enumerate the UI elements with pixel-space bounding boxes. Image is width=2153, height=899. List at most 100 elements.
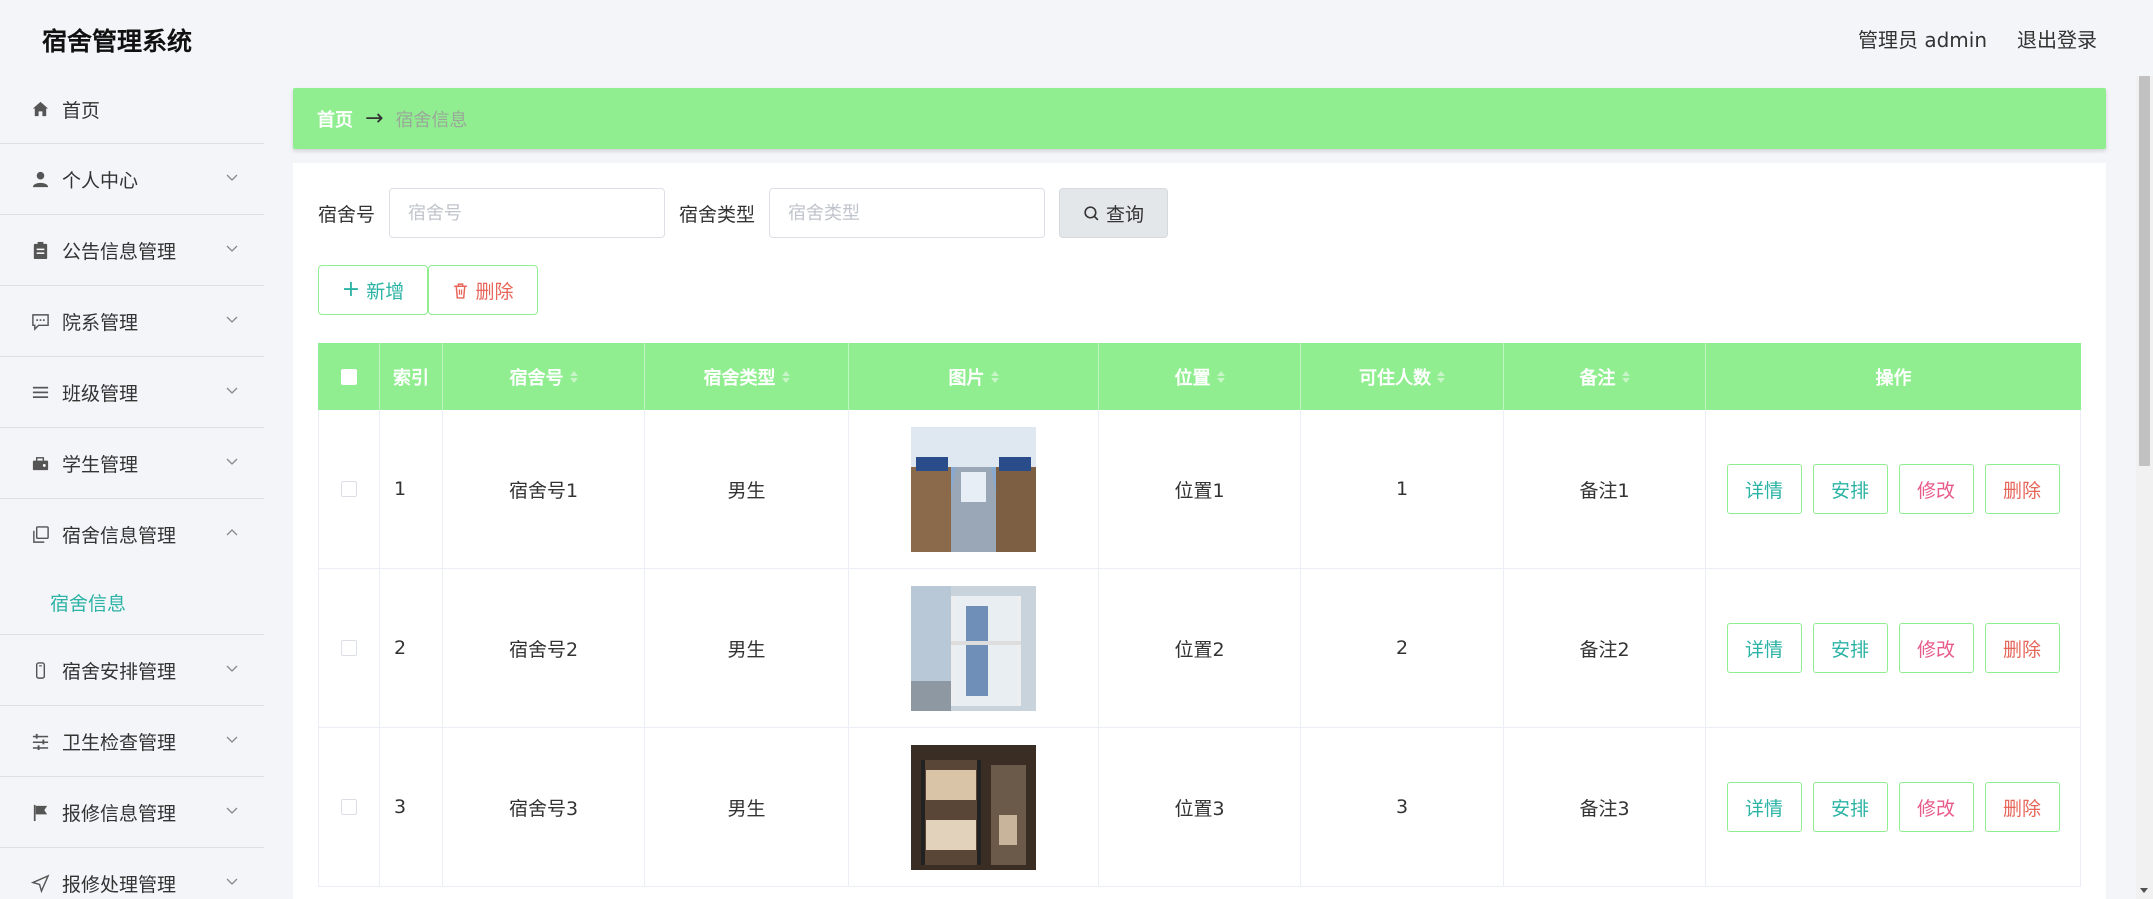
header-capacity[interactable]: 可住人数 <box>1301 343 1504 410</box>
dorm-photo[interactable] <box>911 585 1036 711</box>
header-actions: 操作 <box>1706 343 2081 410</box>
detail-button[interactable]: 详情 <box>1726 464 1802 514</box>
dorm-photo[interactable] <box>911 744 1036 870</box>
sidebar-item-students[interactable]: 学生管理 <box>0 428 264 499</box>
edit-button[interactable]: 修改 <box>1898 782 1974 832</box>
chevron-down-icon <box>226 245 238 252</box>
chevron-down-icon <box>226 174 238 181</box>
cell-remark: 备注2 <box>1504 569 1706 727</box>
home-icon <box>30 100 50 120</box>
header-right: 管理员 admin 退出登录 <box>1858 24 2097 53</box>
delete-button[interactable]: 删除 <box>1984 623 2060 673</box>
edit-button[interactable]: 修改 <box>1898 464 1974 514</box>
sidebar-item-repair-info[interactable]: 报修信息管理 <box>0 777 264 848</box>
cell-actions: 详情 安排 修改 删除 <box>1706 410 2081 568</box>
sidebar-item-label: 院系管理 <box>62 311 139 334</box>
cell-remark: 备注1 <box>1504 410 1706 568</box>
batch-delete-label: 删除 <box>475 280 514 303</box>
chevron-down-icon <box>226 736 238 743</box>
cell-room: 宿舍号2 <box>443 569 645 727</box>
sidebar-subitem-dorm-info[interactable]: 宿舍信息 <box>0 570 264 635</box>
chevron-down-icon <box>226 878 238 885</box>
cell-location: 位置3 <box>1099 728 1301 886</box>
header-location[interactable]: 位置 <box>1099 343 1301 410</box>
dorm-photo[interactable] <box>911 426 1036 552</box>
row-checkbox[interactable] <box>341 481 357 497</box>
search-bar: 宿舍号 宿舍类型 查询 <box>318 188 1169 238</box>
cell-room: 宿舍号3 <box>443 728 645 886</box>
logout-link[interactable]: 退出登录 <box>2017 24 2097 53</box>
room-label: 宿舍号 <box>318 203 376 226</box>
table-row: 3 宿舍号3 男生 位置3 3 备注3 详情 安排 修改 删除 <box>318 728 2081 887</box>
select-all-checkbox[interactable] <box>340 368 357 385</box>
cell-photo <box>849 410 1099 568</box>
detail-button[interactable]: 详情 <box>1726 623 1802 673</box>
sidebar-item-label: 报修处理管理 <box>62 873 177 896</box>
sort-icon[interactable] <box>569 370 578 383</box>
sidebar-item-label: 卫生检查管理 <box>62 731 177 754</box>
query-button-label: 查询 <box>1106 203 1145 226</box>
header-room[interactable]: 宿舍号 <box>443 343 645 410</box>
sidebar-item-profile[interactable]: 个人中心 <box>0 144 264 215</box>
dorm-table: 索引 宿舍号 宿舍类型 图片 位置 可住人数 备注 操作 1 宿舍号1 男生 位… <box>318 343 2081 887</box>
current-user: 管理员 admin <box>1857 28 1987 52</box>
cell-type: 男生 <box>645 410 849 568</box>
sidebar-item-label: 宿舍安排管理 <box>62 660 177 683</box>
header-photo[interactable]: 图片 <box>849 343 1099 410</box>
sidebar-item-notices[interactable]: 公告信息管理 <box>0 215 264 286</box>
sidebar-item-label: 首页 <box>62 100 101 122</box>
sort-icon[interactable] <box>781 370 790 383</box>
edit-button[interactable]: 修改 <box>1898 623 1974 673</box>
sidebar-item-label: 学生管理 <box>62 453 139 476</box>
add-button[interactable]: + 新增 <box>318 265 428 315</box>
delete-button[interactable]: 删除 <box>1984 464 2060 514</box>
row-select-cell <box>318 410 380 568</box>
scroll-down-icon[interactable] <box>2140 888 2148 893</box>
header-label: 操作 <box>1875 367 1912 389</box>
sidebar-item-dorm-info[interactable]: 宿舍信息管理 <box>0 499 264 570</box>
header-label: 备注 <box>1579 367 1616 389</box>
phone-icon <box>30 660 50 680</box>
breadcrumb-arrow-icon: → <box>365 106 384 131</box>
delete-button[interactable]: 删除 <box>1984 782 2060 832</box>
detail-button[interactable]: 详情 <box>1726 782 1802 832</box>
sidebar-item-hygiene[interactable]: 卫生检查管理 <box>0 706 264 777</box>
briefcase-icon <box>30 453 50 473</box>
sliders-icon <box>30 731 50 751</box>
user-icon <box>30 169 50 189</box>
cell-capacity: 3 <box>1301 728 1504 886</box>
room-search-input[interactable] <box>389 188 666 238</box>
sidebar-item-dorm-arrangement[interactable]: 宿舍安排管理 <box>0 635 264 706</box>
batch-delete-button[interactable]: 删除 <box>428 265 538 315</box>
query-button[interactable]: 查询 <box>1059 188 1169 238</box>
sidebar-item-home[interactable]: 首页 <box>0 76 264 144</box>
row-checkbox[interactable] <box>341 799 357 815</box>
sidebar-item-label: 报修信息管理 <box>62 802 177 825</box>
sort-icon[interactable] <box>990 370 999 383</box>
arrange-button[interactable]: 安排 <box>1812 782 1888 832</box>
cell-index: 1 <box>380 410 443 568</box>
scrollbar-thumb[interactable] <box>2139 76 2150 466</box>
header-remark[interactable]: 备注 <box>1504 343 1706 410</box>
header-label: 位置 <box>1174 367 1211 389</box>
sort-icon[interactable] <box>1216 370 1225 383</box>
arrange-button[interactable]: 安排 <box>1812 464 1888 514</box>
row-checkbox[interactable] <box>341 640 357 656</box>
header-index: 索引 <box>380 343 443 410</box>
sidebar-item-repair-processing[interactable]: 报修处理管理 <box>0 848 264 899</box>
arrange-button[interactable]: 安排 <box>1812 623 1888 673</box>
sidebar-item-departments[interactable]: 院系管理 <box>0 286 264 357</box>
breadcrumb-home[interactable]: 首页 <box>317 106 353 132</box>
sidebar-item-classes[interactable]: 班级管理 <box>0 357 264 428</box>
send-icon <box>30 873 50 893</box>
app-title: 宿舍管理系统 <box>42 27 193 56</box>
sort-icon[interactable] <box>1437 370 1445 383</box>
chevron-down-icon <box>226 458 238 465</box>
type-search-input[interactable] <box>769 188 1046 238</box>
header-type[interactable]: 宿舍类型 <box>645 343 849 410</box>
page-scrollbar[interactable] <box>2136 76 2153 899</box>
table-header: 索引 宿舍号 宿舍类型 图片 位置 可住人数 备注 操作 <box>318 343 2081 410</box>
sort-icon[interactable] <box>1621 370 1630 383</box>
copy-icon <box>30 525 50 545</box>
cell-actions: 详情 安排 修改 删除 <box>1706 728 2081 886</box>
